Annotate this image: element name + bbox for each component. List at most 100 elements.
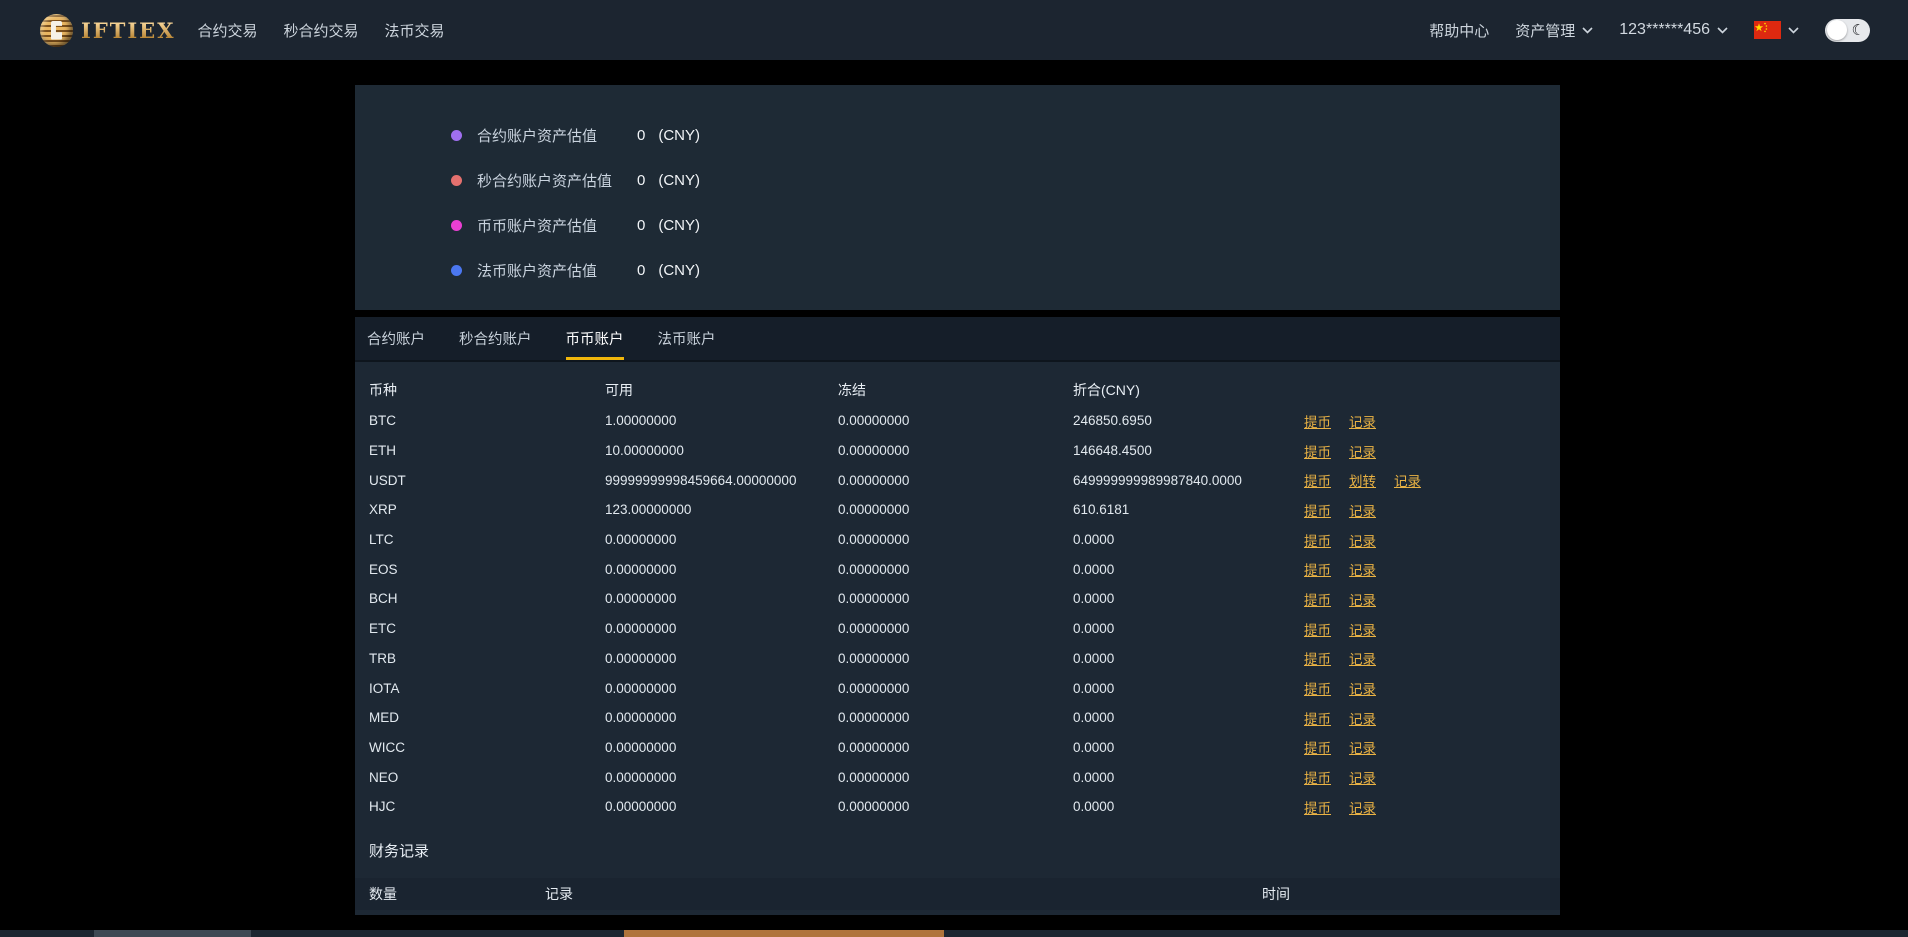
- cell-cny-value: 0.0000: [1073, 680, 1115, 696]
- summary-unit: (CNY): [658, 217, 701, 234]
- summary-value: 0: [637, 127, 646, 144]
- header-available: 可用: [605, 382, 633, 398]
- navbar-right-group: 帮助中心 资产管理 123******456 ☾: [1429, 18, 1870, 42]
- cell-frozen: 0.00000000: [838, 769, 910, 785]
- footer-edge-strip: [0, 930, 1908, 937]
- withdraw-link[interactable]: 提币: [1304, 441, 1331, 461]
- withdraw-link[interactable]: 提币: [1304, 797, 1331, 817]
- cell-cny-value: 0.0000: [1073, 621, 1115, 637]
- theme-toggle[interactable]: ☾: [1825, 18, 1870, 42]
- language-dropdown[interactable]: [1754, 21, 1799, 39]
- table-row: EOS 0.00000000 0.00000000 0.0000 提币 记录: [369, 554, 1546, 584]
- withdraw-link[interactable]: 提币: [1304, 737, 1331, 757]
- withdraw-link[interactable]: 提币: [1304, 411, 1331, 431]
- footer-seg-gray: [94, 930, 251, 937]
- row-actions: 提币 记录: [1304, 500, 1546, 520]
- table-row: MED 0.00000000 0.00000000 0.0000 提币 记录: [369, 703, 1546, 733]
- withdraw-link[interactable]: 提币: [1304, 589, 1331, 609]
- help-center-link[interactable]: 帮助中心: [1429, 20, 1489, 41]
- transfer-or-record-link[interactable]: 记录: [1349, 708, 1376, 728]
- moon-icon: ☾: [1851, 21, 1865, 39]
- row-actions: 提币 记录: [1304, 648, 1546, 668]
- nav-item-contract-trade[interactable]: 合约交易: [197, 20, 257, 41]
- nav-item-fiat-trade[interactable]: 法币交易: [385, 20, 445, 41]
- asset-management-dropdown[interactable]: 资产管理: [1515, 20, 1593, 41]
- cell-currency: IOTA: [369, 680, 400, 696]
- table-row: WICC 0.00000000 0.00000000 0.0000 提币 记录: [369, 733, 1546, 763]
- header-currency: 币种: [369, 382, 397, 398]
- withdraw-link[interactable]: 提币: [1304, 767, 1331, 787]
- cell-currency: BCH: [369, 591, 398, 607]
- records-header-record: 记录: [545, 885, 573, 902]
- withdraw-link[interactable]: 提币: [1304, 678, 1331, 698]
- transfer-or-record-link[interactable]: 记录: [1349, 589, 1376, 609]
- cell-available: 0.00000000: [605, 680, 677, 696]
- row-actions: 提币 记录: [1304, 737, 1546, 757]
- logo-glyph: [51, 20, 62, 40]
- cell-cny-value: 649999999989987840.0000: [1073, 472, 1242, 488]
- row-actions: 提币 记录: [1304, 797, 1546, 817]
- cell-frozen: 0.00000000: [838, 472, 910, 488]
- cell-frozen: 0.00000000: [838, 591, 910, 607]
- cell-currency: ETH: [369, 443, 396, 459]
- summary-value: 0: [637, 217, 646, 234]
- wallet-panel: 合约账户 秒合约账户 币币账户 法币账户 币种 可用 冻结 折合(CNY) BT…: [355, 317, 1560, 915]
- transfer-or-record-link[interactable]: 划转: [1349, 470, 1376, 490]
- row-actions: 提币 记录: [1304, 530, 1546, 550]
- transfer-or-record-link[interactable]: 记录: [1349, 678, 1376, 698]
- cell-frozen: 0.00000000: [838, 532, 910, 548]
- record-link[interactable]: 记录: [1394, 470, 1421, 490]
- withdraw-link[interactable]: 提币: [1304, 559, 1331, 579]
- records-header-amount: 数量: [369, 885, 397, 902]
- brand-logo[interactable]: IFTIEX: [40, 13, 175, 47]
- cell-cny-value: 146648.4500: [1073, 443, 1152, 459]
- transfer-or-record-link[interactable]: 记录: [1349, 530, 1376, 550]
- table-row: NEO 0.00000000 0.00000000 0.0000 提币 记录: [369, 762, 1546, 792]
- summary-unit: (CNY): [658, 172, 701, 189]
- account-summary-panel: 合约账户资产估值 0 (CNY) 秒合约账户资产估值 0 (CNY) 币币账户资…: [355, 85, 1560, 310]
- main-nav-menu: 合约交易 秒合约交易 法币交易: [197, 20, 444, 41]
- chevron-down-icon: [1717, 26, 1728, 34]
- cell-currency: TRB: [369, 650, 396, 666]
- tab-fiat-account[interactable]: 法币账户: [658, 317, 716, 360]
- summary-label: 法币账户资产估值: [477, 263, 598, 280]
- cell-cny-value: 610.6181: [1073, 502, 1130, 518]
- cell-currency: USDT: [369, 472, 406, 488]
- transfer-or-record-link[interactable]: 记录: [1349, 411, 1376, 431]
- transfer-or-record-link[interactable]: 记录: [1349, 648, 1376, 668]
- transfer-or-record-link[interactable]: 记录: [1349, 737, 1376, 757]
- row-actions: 提币 记录: [1304, 559, 1546, 579]
- withdraw-link[interactable]: 提币: [1304, 530, 1331, 550]
- transfer-or-record-link[interactable]: 记录: [1349, 500, 1376, 520]
- header-frozen: 冻结: [838, 382, 866, 398]
- cell-available: 0.00000000: [605, 561, 677, 577]
- withdraw-link[interactable]: 提币: [1304, 470, 1331, 490]
- row-actions: 提币 记录: [1304, 708, 1546, 728]
- tab-second-contract-account[interactable]: 秒合约账户: [459, 317, 532, 360]
- withdraw-link[interactable]: 提币: [1304, 619, 1331, 639]
- withdraw-link[interactable]: 提币: [1304, 648, 1331, 668]
- row-actions: 提币 记录: [1304, 441, 1546, 461]
- row-actions: 提币 记录: [1304, 678, 1546, 698]
- bullet-dot-icon: [451, 220, 462, 231]
- cell-available: 0.00000000: [605, 621, 677, 637]
- summary-unit: (CNY): [658, 262, 701, 279]
- transfer-or-record-link[interactable]: 记录: [1349, 767, 1376, 787]
- nav-item-second-contract-trade[interactable]: 秒合约交易: [284, 20, 359, 41]
- cell-frozen: 0.00000000: [838, 561, 910, 577]
- transfer-or-record-link[interactable]: 记录: [1349, 559, 1376, 579]
- cell-currency: MED: [369, 710, 399, 726]
- tab-contract-account[interactable]: 合约账户: [367, 317, 425, 360]
- withdraw-link[interactable]: 提币: [1304, 708, 1331, 728]
- cell-frozen: 0.00000000: [838, 413, 910, 429]
- withdraw-link[interactable]: 提币: [1304, 500, 1331, 520]
- transfer-or-record-link[interactable]: 记录: [1349, 619, 1376, 639]
- cell-cny-value: 0.0000: [1073, 799, 1115, 815]
- transfer-or-record-link[interactable]: 记录: [1349, 441, 1376, 461]
- transfer-or-record-link[interactable]: 记录: [1349, 797, 1376, 817]
- records-header-time: 时间: [1262, 885, 1290, 902]
- tab-coin-account[interactable]: 币币账户: [565, 317, 624, 360]
- account-dropdown[interactable]: 123******456: [1619, 21, 1728, 39]
- account-label: 123******456: [1619, 21, 1710, 38]
- cell-frozen: 0.00000000: [838, 680, 910, 696]
